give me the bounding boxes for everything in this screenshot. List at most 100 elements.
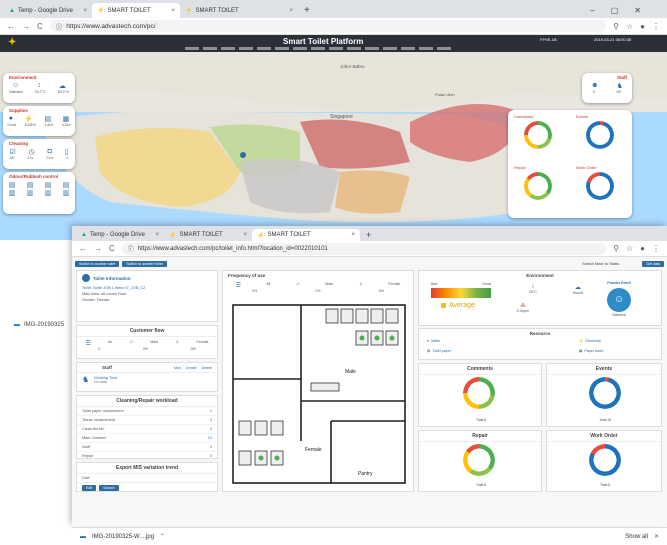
toilet-name-row: Toilet Information xyxy=(77,271,217,285)
show-all-button[interactable]: Show all xyxy=(625,534,648,540)
toilet-favicon-icon: ⚡ xyxy=(169,232,177,239)
donut-comments xyxy=(463,377,495,409)
odour-icon-1: ▤ xyxy=(8,182,16,189)
star-icon[interactable]: ☆ xyxy=(626,22,633,31)
get-data-button[interactable]: Get data xyxy=(642,260,664,267)
export-edit-button[interactable]: Edit xyxy=(82,485,97,491)
chevron-up-icon[interactable]: ⌃ xyxy=(160,533,165,540)
zoom-icon[interactable]: ⚲ xyxy=(613,22,619,31)
cleaner-icon: ♞ xyxy=(82,375,90,384)
close-icon[interactable]: × xyxy=(351,232,355,238)
female-icon: ♀ xyxy=(358,282,364,288)
stall-status-dot xyxy=(359,335,365,341)
toilet-stall xyxy=(238,450,252,466)
cleaning-panel: Cleaning ☑ ◷ ◘ ▯ 3/0 0 hr 0 Ltr 0 xyxy=(3,139,75,169)
avatar xyxy=(82,274,90,282)
clock-icon: ◷ xyxy=(28,149,35,156)
back-arrow-icon[interactable]: ← xyxy=(79,244,87,253)
close-icon[interactable]: × xyxy=(171,8,175,14)
male-icon: ♂ xyxy=(128,340,134,346)
toilet-stall xyxy=(270,420,284,436)
toilet-stall xyxy=(370,308,384,324)
resource-card: Resource ● Water ⚡ Electricity ▤ Toilet pap… xyxy=(418,328,662,360)
back-tab-smart-toilet-2[interactable]: ⚡ SMART TOILET × xyxy=(180,3,298,18)
cleaner-icon: ♞ xyxy=(616,83,623,90)
toilet-info-card: Toilet Information Toilet: North JOB 1 W… xyxy=(76,270,218,322)
close-icon[interactable]: × xyxy=(289,8,293,14)
menu-icon[interactable]: ⋮ xyxy=(652,22,660,31)
bin-level-icon-2: ▥ xyxy=(26,190,34,197)
header-nav-strip xyxy=(185,47,455,50)
new-tab-icon[interactable]: + xyxy=(298,5,316,18)
extension-icon[interactable]: ● xyxy=(640,244,645,253)
front-tab-smart-toilet-1[interactable]: ⚡ SMART TOILET × xyxy=(164,229,252,241)
donut-events xyxy=(586,121,614,149)
new-tab-icon[interactable]: + xyxy=(360,230,377,241)
front-tab-strip: ▲ Temp - Google Drive × ⚡ SMART TOILET ×… xyxy=(72,226,667,241)
back-tab-smart-toilet-1[interactable]: ⚡ SMART TOILET × xyxy=(92,3,180,18)
close-icon[interactable]: × xyxy=(155,232,159,238)
staff-tab-delete[interactable]: Delete xyxy=(202,366,212,370)
back-url-field[interactable]: ⓘ https://www.advastech.com/pc/ xyxy=(49,20,607,32)
list-item: Toilet paper replacement 1 xyxy=(77,407,217,416)
repair-card: Repair Total:8 xyxy=(418,430,542,492)
staff-tab-create[interactable]: Create xyxy=(186,366,197,370)
front-url-field[interactable]: ⓘ https://www.advastech.com/pc/toilet_in… xyxy=(121,242,607,255)
switch-toilet-button-1[interactable]: Switch to another toilet xyxy=(75,260,120,267)
list-item: Tissue replacement 0 xyxy=(77,416,217,425)
env-satisfied-icon: ☺ xyxy=(12,82,20,89)
odour-icon-2: ▤ xyxy=(26,182,34,189)
donut-repair xyxy=(524,172,552,200)
back-app-header: ✦ Smart Toilet Platform FFHE-1B 2019-03-… xyxy=(0,35,667,52)
floor-plan xyxy=(232,304,406,484)
reload-icon[interactable]: C xyxy=(37,22,43,31)
power-icon: ⚡ xyxy=(579,339,584,343)
donut-events xyxy=(589,377,621,409)
header-time: 2019-03-21 08:00:35 xyxy=(594,37,632,42)
bin-level-icon-1: ▥ xyxy=(8,190,16,197)
front-tab-drive[interactable]: ▲ Temp - Google Drive × xyxy=(76,229,164,241)
humidity-icon: ☁ xyxy=(58,83,66,90)
status-square xyxy=(441,303,446,308)
star-icon[interactable]: ☆ xyxy=(626,244,633,253)
back-tab-drive[interactable]: ▲ Temp - Google Drive × xyxy=(4,3,92,18)
map-label-johor: Johor Bahru xyxy=(340,64,365,69)
donut-workorder xyxy=(586,172,614,200)
close-icon[interactable]: × xyxy=(243,232,247,238)
donut-title-repair: Repair xyxy=(514,165,526,170)
reload-icon[interactable]: C xyxy=(109,244,115,253)
list-item: Clean the bin 0 xyxy=(77,425,217,434)
towel-icon: ▦ xyxy=(62,116,70,123)
info-icon: ⓘ xyxy=(127,247,134,253)
forward-arrow-icon[interactable]: → xyxy=(94,244,102,253)
download-item[interactable]: IMG-20190325-W....jpg xyxy=(92,534,154,540)
paper-roll-icon: ▤ xyxy=(44,116,52,123)
desktop-file-item[interactable]: ▬ IMG-20190325 xyxy=(14,322,64,328)
close-icon[interactable]: ✕ xyxy=(654,533,659,540)
floor-label-pantry: Pantry xyxy=(358,471,373,477)
frequency-floorplan-card: Frequency of use ☰ All ♂ Male ♀ Female 0… xyxy=(222,270,414,492)
staff-tab-mon[interactable]: Mon xyxy=(174,366,181,370)
export-search-button[interactable]: Search xyxy=(99,485,119,491)
comments-card: Comments Total:8 xyxy=(418,363,542,427)
donut-workorder xyxy=(589,444,621,476)
checklist-icon: ☑ xyxy=(9,149,16,156)
events-card: Events Total:15 xyxy=(546,363,662,427)
bin-icon: ▯ xyxy=(64,149,69,156)
toilet-favicon-icon: ⚡ xyxy=(257,232,265,239)
back-address-bar: ← → C ⓘ https://www.advastech.com/pc/ ⚲ … xyxy=(0,18,667,35)
switch-toilet-button-2[interactable]: Switch to another toilet xyxy=(122,260,167,267)
front-tab-smart-toilet-2[interactable]: ⚡ SMART TOILET × xyxy=(252,229,360,241)
back-arrow-icon[interactable]: ← xyxy=(7,22,15,31)
extension-icon[interactable]: ● xyxy=(640,22,645,31)
export-date-field[interactable]: Date xyxy=(77,474,217,483)
window-controls: –▢✕ xyxy=(590,6,657,15)
close-icon[interactable]: × xyxy=(83,8,87,14)
zoom-icon[interactable]: ⚲ xyxy=(613,244,619,253)
map-marker[interactable] xyxy=(240,152,246,158)
page-top-strip: Switch to another toilet Switch to anoth… xyxy=(72,259,667,268)
menu-icon[interactable]: ⋮ xyxy=(652,244,660,253)
female-icon: ♀ xyxy=(175,340,180,346)
forward-arrow-icon[interactable]: → xyxy=(22,22,30,31)
app-title: Smart Toilet Platform xyxy=(283,37,364,46)
